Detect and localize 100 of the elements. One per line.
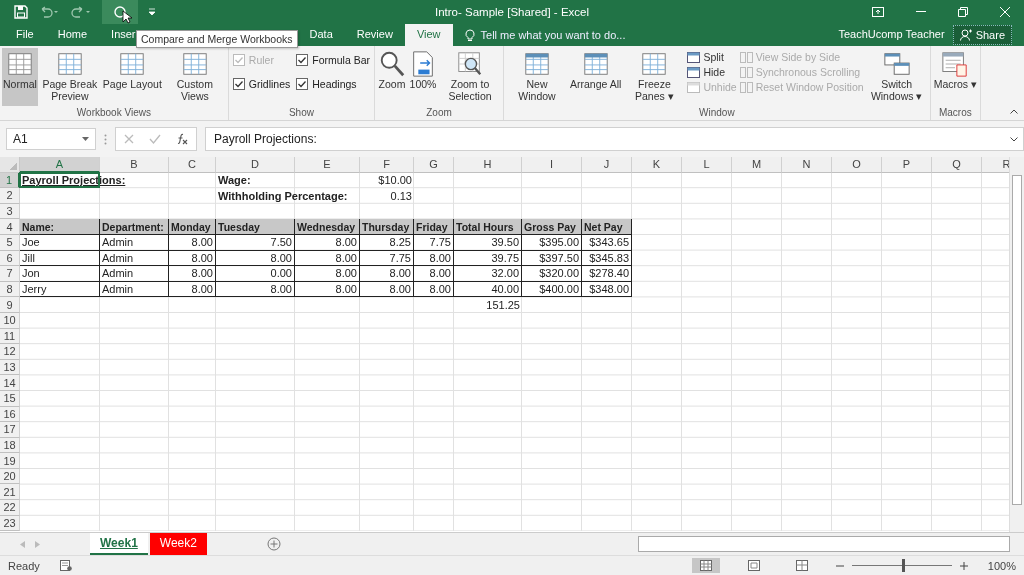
formula-input[interactable]: Payroll Projections:	[205, 127, 1024, 151]
customize-caret-icon[interactable]	[148, 8, 156, 16]
cell-text: 0.13	[389, 190, 413, 202]
normal-view-button[interactable]	[691, 558, 720, 573]
sheet-tab[interactable]: Week2	[149, 533, 207, 555]
row-header[interactable]: 14	[0, 375, 20, 391]
ribbon-button[interactable]: Zoom to Selection	[439, 48, 501, 106]
add-sheet-icon[interactable]	[266, 537, 281, 551]
cell-text: Wage:	[217, 174, 252, 187]
column-header[interactable]: Q	[932, 157, 982, 173]
checkbox[interactable]: Headings	[296, 78, 370, 90]
row-header[interactable]: 2	[0, 188, 20, 204]
sheet-tab[interactable]: Week1	[90, 533, 148, 555]
zoom-level[interactable]: 100%	[987, 559, 1016, 572]
name-box[interactable]: A1	[6, 128, 96, 150]
ribbon-button[interactable]: Switch Windows ▾	[865, 48, 928, 106]
ribbon-button[interactable]: 100%	[408, 48, 438, 106]
redo-icon[interactable]	[70, 6, 92, 18]
sheet-grid-icon	[180, 50, 209, 78]
macro-sheet-icon	[941, 50, 970, 78]
macro-record-icon[interactable]	[59, 560, 72, 571]
lightbulb-icon	[464, 28, 475, 42]
ribbon-button[interactable]: Normal	[2, 48, 38, 106]
column-header[interactable]: G	[414, 157, 454, 173]
table-cell: 7.75	[360, 250, 414, 267]
header-cell: Friday	[414, 219, 454, 235]
header-cell: Wednesday	[295, 219, 360, 235]
ribbon-tab[interactable]: Review	[344, 24, 405, 46]
table-cell: 8.00	[360, 281, 414, 298]
row-header[interactable]: 22	[0, 500, 20, 516]
ribbon-button[interactable]: Arrange All	[569, 48, 623, 106]
restore-icon[interactable]	[958, 7, 968, 17]
checkbox[interactable]: Gridlines	[232, 78, 291, 90]
table-cell: 8.00	[295, 250, 360, 267]
column-header[interactable]: B	[100, 157, 169, 173]
ribbon-tab[interactable]: Data	[297, 24, 345, 46]
scroll-thumb[interactable]	[1012, 175, 1022, 505]
header-cell: Net Pay	[582, 219, 632, 235]
close-icon[interactable]	[1000, 7, 1010, 17]
column-header[interactable]: O	[832, 157, 882, 173]
column-header[interactable]: P	[882, 157, 932, 173]
row-header[interactable]: 12	[0, 344, 20, 360]
table-cell: 8.00	[216, 281, 295, 298]
function-icon[interactable]	[176, 133, 189, 145]
row-header[interactable]: 4	[0, 219, 20, 235]
table-cell: 8.00	[414, 250, 454, 267]
column-header[interactable]: M	[732, 157, 782, 173]
ribbon-tab[interactable]: File	[0, 24, 46, 46]
expand-caret-icon[interactable]	[1010, 136, 1018, 142]
ribbon-button[interactable]: Custom Views	[163, 48, 226, 106]
column-header[interactable]: L	[682, 157, 732, 173]
tell-me-field[interactable]: Tell me what you want to do...	[464, 24, 626, 46]
status-text: Ready	[8, 559, 40, 572]
table-cell: 8.00	[169, 250, 216, 267]
column-header[interactable]: C	[169, 157, 216, 173]
row-header[interactable]: 9	[0, 297, 20, 313]
compare-merge-button[interactable]	[102, 0, 138, 24]
cell-text: $10.00	[377, 174, 413, 187]
collapse-ribbon-icon[interactable]	[1010, 109, 1018, 114]
ribbon-button[interactable]: Macros ▾	[932, 48, 978, 106]
ribbon-small-button[interactable]: Hide	[687, 66, 737, 78]
ribbon-display-icon[interactable]	[872, 7, 884, 17]
windows-icon	[882, 50, 911, 78]
save-icon[interactable]	[14, 5, 28, 19]
share-button[interactable]: Share	[952, 25, 1012, 45]
column-header[interactable]: E	[295, 157, 360, 173]
checkbox[interactable]: Formula Bar	[296, 54, 370, 66]
vertical-scrollbar[interactable]	[1009, 157, 1024, 532]
row-header[interactable]: 21	[0, 484, 20, 501]
column-header[interactable]: D	[216, 157, 295, 173]
column-header[interactable]: N	[782, 157, 832, 173]
horizontal-scrollbar[interactable]	[638, 536, 1010, 552]
table-cell: $395.00	[522, 234, 582, 251]
ribbon-button[interactable]: Freeze Panes ▾	[623, 48, 686, 106]
window-pane-icon	[687, 66, 701, 78]
column-header[interactable]: I	[522, 157, 582, 173]
column-header[interactable]: H	[454, 157, 522, 173]
minimize-icon[interactable]	[916, 11, 926, 13]
column-header[interactable]: J	[582, 157, 632, 173]
row-header[interactable]: 17	[0, 422, 20, 438]
zoom-in-icon[interactable]	[959, 561, 968, 570]
table-cell: Admin	[100, 250, 169, 267]
ribbon-tab[interactable]: View	[404, 24, 453, 46]
column-header[interactable]: K	[632, 157, 682, 173]
column-header[interactable]: F	[360, 157, 414, 173]
ribbon-tab[interactable]: Home	[45, 24, 100, 46]
ribbon-small-button[interactable]: Split	[687, 51, 737, 63]
table-cell: $400.00	[522, 281, 582, 298]
ribbon-button[interactable]: Zoom	[377, 48, 407, 106]
ribbon-button[interactable]: New Window	[506, 48, 568, 106]
row-header[interactable]: 7	[0, 266, 20, 282]
ribbon-button[interactable]: Page Break Preview	[38, 48, 101, 106]
row-header[interactable]: 19	[0, 453, 20, 469]
table-cell: 8.00	[169, 266, 216, 282]
table-cell: 39.75	[454, 250, 522, 267]
column-header[interactable]: A	[20, 157, 100, 173]
user-name[interactable]: TeachUcomp Teacher	[830, 24, 953, 46]
checkbox-icon	[296, 54, 309, 66]
group-label: Workbook Views	[75, 107, 152, 120]
ribbon-button[interactable]: Page Layout	[101, 48, 163, 106]
